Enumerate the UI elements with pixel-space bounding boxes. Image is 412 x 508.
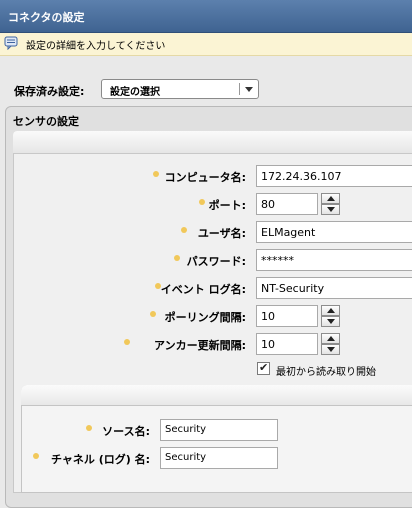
polling-interval-row: ポーリング間隔: 10 [0, 304, 412, 328]
polling-interval-value: 10 [261, 310, 275, 323]
computer-name-label: コンピュータ名: [164, 171, 246, 184]
sensor-settings-subheader [13, 131, 412, 154]
bullet-icon [153, 171, 159, 177]
arrow-up-icon[interactable] [321, 193, 340, 204]
window-titlebar: コネクタの設定 [0, 0, 412, 33]
anchor-update-interval-value: 10 [261, 338, 275, 351]
arrow-up-icon[interactable] [321, 333, 340, 344]
bullet-icon [86, 425, 92, 431]
event-log-name-label: イベント ログ名: [160, 283, 246, 296]
source-name-value: Security [165, 424, 207, 435]
anchor-update-interval-input[interactable]: 10 [256, 333, 318, 355]
event-log-name-input[interactable]: NT-Security [256, 277, 412, 299]
username-label: ユーザ名: [197, 227, 246, 240]
anchor-update-interval-stepper[interactable] [321, 333, 340, 355]
channel-log-name-row: チャネル (ログ) 名: Security [0, 446, 412, 470]
source-name-row: ソース名: Security [0, 418, 412, 442]
computer-name-input[interactable]: 172.24.36.107 [256, 165, 412, 187]
port-row: ポート: 80 [0, 192, 412, 216]
window-title: コネクタの設定 [8, 11, 85, 24]
event-log-name-value: NT-Security [261, 282, 325, 295]
channel-log-name-label: チャネル (ログ) 名: [50, 453, 150, 466]
port-input[interactable]: 80 [256, 193, 318, 215]
password-row: パスワード: ****** [0, 248, 412, 272]
saved-settings-dropdown[interactable]: 設定の選択 [101, 79, 259, 99]
bullet-icon [199, 199, 205, 205]
channel-log-name-input[interactable]: Security [160, 447, 278, 469]
source-panel-header [21, 385, 412, 406]
bullet-icon [181, 227, 187, 233]
saved-settings-value: 設定の選択 [110, 87, 160, 98]
username-input[interactable]: ELMagent [256, 221, 412, 243]
arrow-down-icon[interactable] [321, 316, 340, 327]
sensor-settings-title: センサの設定 [13, 115, 79, 128]
bullet-icon [174, 255, 180, 261]
password-input[interactable]: ****** [256, 249, 412, 271]
channel-log-name-value: Security [165, 452, 207, 463]
info-text: 設定の詳細を入力してください [26, 41, 166, 52]
port-value: 80 [261, 198, 275, 211]
username-row: ユーザ名: ELMagent [0, 220, 412, 244]
info-bar: 設定の詳細を入力してください [0, 33, 412, 56]
password-value: ****** [261, 254, 294, 267]
saved-settings-label: 保存済み設定: [14, 85, 85, 98]
computer-name-row: コンピュータ名: 172.24.36.107 [0, 164, 412, 188]
dropdown-separator [239, 83, 240, 95]
read-from-start-label: 最初から読み取り開始 [276, 367, 376, 378]
arrow-down-icon[interactable] [321, 344, 340, 355]
arrow-up-icon[interactable] [321, 305, 340, 316]
source-name-label: ソース名: [102, 425, 150, 438]
port-stepper[interactable] [321, 193, 340, 215]
username-value: ELMagent [261, 226, 316, 239]
chevron-down-icon[interactable] [245, 87, 253, 92]
read-from-start-checkbox[interactable] [257, 361, 270, 375]
password-label: パスワード: [186, 255, 246, 268]
speech-bubble-icon [4, 36, 18, 50]
polling-interval-input[interactable]: 10 [256, 305, 318, 327]
anchor-update-interval-row: アンカー更新間隔: 10 [0, 332, 412, 356]
anchor-update-interval-label: アンカー更新間隔: [154, 339, 246, 352]
bullet-icon [124, 339, 130, 345]
source-name-input[interactable]: Security [160, 419, 278, 441]
event-log-name-row: イベント ログ名: NT-Security [0, 276, 412, 300]
polling-interval-label: ポーリング間隔: [164, 311, 246, 324]
arrow-down-icon[interactable] [321, 204, 340, 215]
port-label: ポート: [208, 199, 246, 212]
bullet-icon [33, 453, 39, 459]
polling-interval-stepper[interactable] [321, 305, 340, 327]
computer-name-value: 172.24.36.107 [261, 170, 342, 183]
bullet-icon [150, 311, 156, 317]
